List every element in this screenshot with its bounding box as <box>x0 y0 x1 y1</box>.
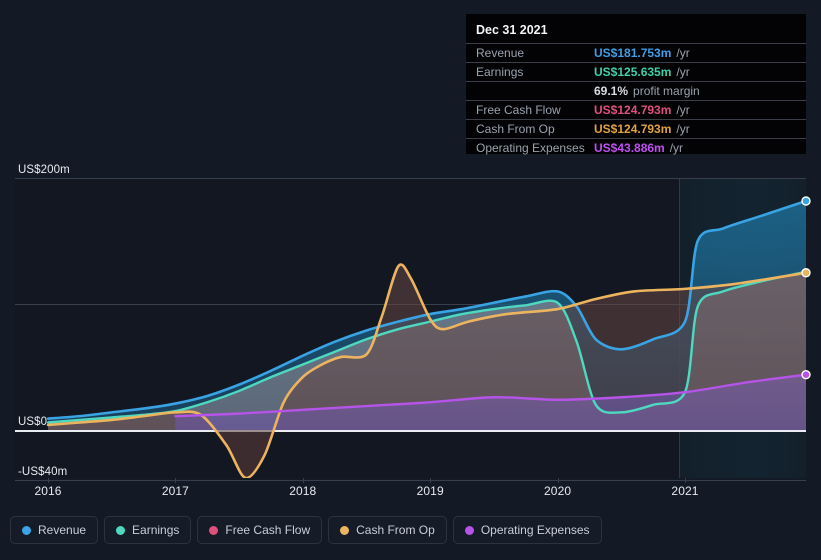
legend-item-revenue[interactable]: Revenue <box>10 516 99 544</box>
tooltip-row-unit: /yr <box>669 141 684 155</box>
tooltip-row: Free Cash Flow US$124.793m/yr <box>466 100 806 119</box>
legend-item-label: Operating Expenses <box>480 523 590 537</box>
tooltip-row-value: US$124.793m <box>594 122 672 136</box>
tooltip-row: Operating Expenses US$43.886m/yr <box>466 138 806 157</box>
tooltip-row-value: US$124.793m <box>594 103 672 117</box>
legend-item-label: Revenue <box>38 523 87 537</box>
legend-item-free-cash-flow[interactable]: Free Cash Flow <box>197 516 323 544</box>
legend-color-dot-icon <box>22 525 31 535</box>
tooltip-row-label: Earnings <box>476 65 524 79</box>
legend-color-dot-icon <box>340 525 350 535</box>
tooltip-row-label: Operating Expenses <box>476 141 585 155</box>
legend-color-dot-icon <box>464 525 474 535</box>
tooltip-date: Dec 31 2021 <box>476 23 548 37</box>
legend-item-label: Earnings <box>132 523 180 537</box>
cash-from-op-area <box>48 264 806 478</box>
legend-color-dot-icon <box>209 525 219 535</box>
tooltip-row: 69.1% profit margin <box>466 81 806 100</box>
endpoint-marker-cash-from-op <box>801 268 811 278</box>
tooltip-row-label: Free Cash Flow <box>476 103 561 117</box>
legend-item-cash-from-op[interactable]: Cash From Op <box>328 516 447 544</box>
legend-item-earnings[interactable]: Earnings <box>104 516 192 544</box>
tooltip-row-value: US$43.886m <box>594 141 665 155</box>
tooltip-row-unit: /yr <box>676 46 690 60</box>
legend-color-dot-icon <box>116 525 126 535</box>
tooltip-row: Revenue US$181.753m/yr <box>466 43 806 62</box>
chart-legend: Revenue Earnings Free Cash Flow Cash From O… <box>10 516 602 544</box>
endpoint-marker-operating-expenses <box>801 370 811 380</box>
tooltip-row-value: US$125.635m <box>594 65 672 79</box>
legend-item-label: Free Cash Flow <box>225 523 311 537</box>
tooltip-row: Cash From Op US$124.793m/yr <box>466 119 806 138</box>
tooltip-row-label: Cash From Op <box>476 122 555 136</box>
tooltip-row-unit: /yr <box>676 65 690 79</box>
tooltip-profit-margin-value: 69.1% <box>594 84 629 98</box>
legend-item-label: Cash From Op <box>356 523 435 537</box>
tooltip-row-unit: /yr <box>676 103 690 117</box>
tooltip-profit-margin-label: profit margin <box>633 84 700 98</box>
financial-chart-widget: US$200m US$0 -US$40m 2016 2017 2018 2019 2020 2… <box>0 0 821 560</box>
tooltip-row-value: US$181.753m <box>594 46 672 60</box>
chart-tooltip: Dec 31 2021 Revenue US$181.753m/yr Earning… <box>466 14 806 157</box>
endpoint-marker-revenue <box>801 196 811 206</box>
legend-item-operating-expenses[interactable]: Operating Expenses <box>452 516 602 544</box>
tooltip-rows: Revenue US$181.753m/yr Earnings US$125.635m… <box>466 43 806 157</box>
tooltip-row-unit: /yr <box>676 122 690 136</box>
tooltip-row-label: Revenue <box>476 46 525 60</box>
tooltip-row: Earnings US$125.635m/yr <box>466 62 806 81</box>
